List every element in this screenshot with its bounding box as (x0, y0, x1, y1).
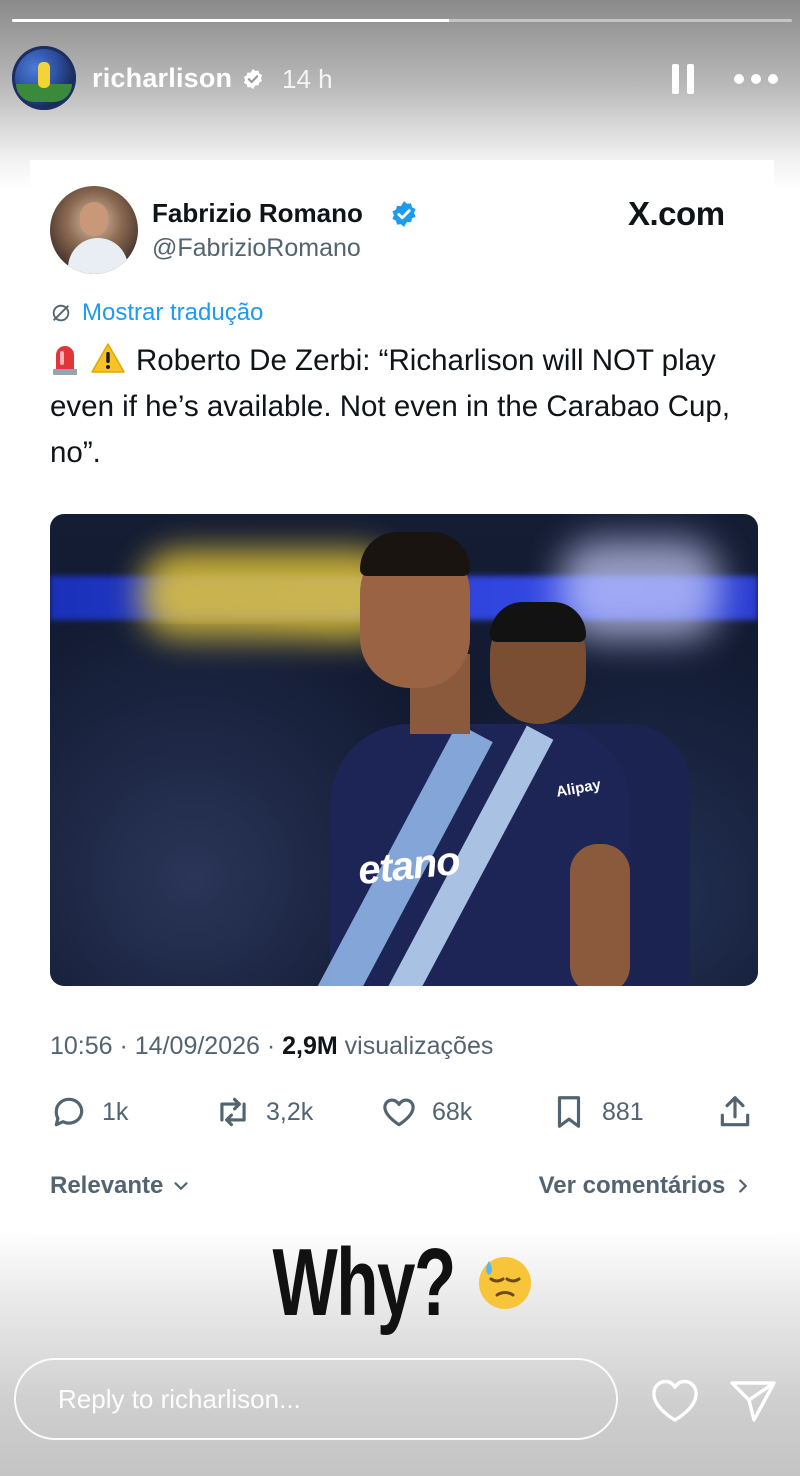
reply-action[interactable]: 1k (50, 1092, 128, 1132)
story-progress-fill (12, 19, 449, 22)
translate-icon (52, 304, 70, 322)
tweet-card: Fabrizio Romano @FabrizioRomano X.com Mo… (30, 160, 774, 1234)
avatar[interactable] (12, 46, 76, 110)
tweet-author-handle: @FabrizioRomano (152, 234, 361, 262)
share-action[interactable] (716, 1092, 754, 1132)
tweet-author-name: Fabrizio Romano (152, 198, 363, 228)
like-action[interactable]: 68k (380, 1092, 472, 1132)
tweet-footer: Relevante Ver comentários (50, 1172, 754, 1206)
translate-link[interactable]: Mostrar tradução (50, 298, 263, 328)
tweet-text-body: Roberto De Zerbi: “Richarlison will NOT … (50, 344, 731, 469)
retweet-count: 3,2k (266, 1097, 314, 1126)
reply-count: 1k (102, 1097, 129, 1126)
tweet-views-label: visualizações (344, 1032, 494, 1060)
verified-badge-icon (392, 201, 416, 227)
heart-icon[interactable] (650, 1378, 700, 1424)
retweet-action[interactable]: 3,2k (214, 1092, 313, 1132)
siren-icon (53, 346, 77, 375)
reply-input[interactable] (56, 1382, 580, 1416)
heart-icon (383, 1098, 415, 1127)
share-icon (720, 1096, 750, 1127)
caption-text: Why? (272, 1229, 457, 1336)
downcast-face-with-sweat-icon (478, 1257, 531, 1309)
tweet-text: Roberto De Zerbi: “Richarlison will NOT … (50, 338, 750, 476)
chevron-right-icon (739, 1179, 748, 1193)
tweet-photo[interactable]: etano Alipay (50, 514, 758, 986)
story-username[interactable]: richarlison (92, 63, 232, 94)
bookmark-icon (557, 1096, 581, 1128)
warning-icon (91, 343, 125, 373)
verified-badge-icon (243, 68, 263, 90)
view-comments-label: Ver comentários (538, 1172, 726, 1199)
comment-icon (54, 1097, 84, 1127)
pause-icon[interactable] (672, 64, 696, 94)
bookmark-count: 881 (602, 1097, 644, 1126)
tweet-actions: 1k 3,2k 68k 881 (50, 1092, 754, 1132)
tweet-views-count: 2,9M (282, 1032, 338, 1060)
chevron-down-icon (174, 1182, 188, 1191)
source-label: X.com (628, 195, 725, 232)
story-header: richarlison 14 h (12, 46, 780, 112)
story-progress-bar (12, 19, 792, 22)
reply-box[interactable] (14, 1358, 618, 1440)
tweet-time: 10:56 (50, 1032, 113, 1060)
tweet-meta: 10:56 · 14/09/2026 · 2,9M visualizações (50, 1032, 494, 1060)
send-icon[interactable] (728, 1378, 778, 1424)
tweet-author-avatar (50, 186, 138, 274)
sort-label: Relevante (50, 1172, 164, 1199)
story-caption: Why? (0, 1228, 800, 1338)
like-count: 68k (432, 1097, 473, 1126)
tweet-date: 14/09/2026 (134, 1032, 260, 1060)
bookmark-action[interactable]: 881 (550, 1092, 644, 1132)
view-comments-link[interactable]: Ver comentários (539, 1172, 754, 1200)
translate-label: Mostrar tradução (82, 299, 264, 326)
sort-dropdown[interactable]: Relevante (50, 1172, 192, 1200)
retweet-icon (220, 1097, 246, 1127)
more-options-icon[interactable] (734, 66, 782, 92)
story-time: 14 h (282, 64, 333, 94)
